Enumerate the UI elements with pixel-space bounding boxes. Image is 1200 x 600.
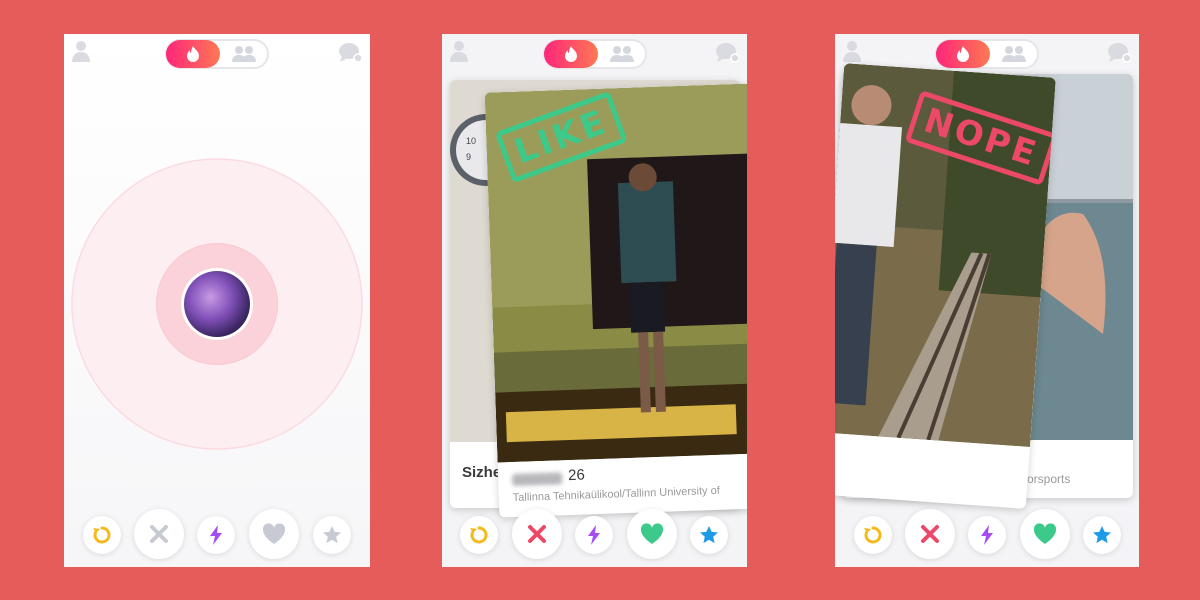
- card-name: Sizhe: [462, 464, 502, 481]
- superlike-button[interactable]: [313, 516, 351, 554]
- star-icon: [1093, 526, 1111, 544]
- bolt-icon: [588, 525, 600, 545]
- nope-button[interactable]: [512, 509, 562, 559]
- user-icon[interactable]: [843, 40, 861, 62]
- boost-button[interactable]: [968, 516, 1006, 554]
- bolt-icon: [981, 525, 993, 545]
- discovery-screen-like: 10 9 Sizhe 26 Tallinna Tehnikaülikool/Ta…: [442, 34, 747, 567]
- flame-tab[interactable]: [166, 40, 220, 68]
- rewind-button[interactable]: [854, 516, 892, 554]
- profile-card-front[interactable]: 26 Tallinna Tehnikaülikool/Tallinn Unive…: [484, 83, 747, 518]
- chat-icon[interactable]: [338, 42, 362, 64]
- like-button[interactable]: [249, 509, 299, 559]
- close-icon: [921, 525, 939, 543]
- flame-icon: [957, 46, 969, 62]
- action-bar: [835, 507, 1139, 561]
- flame-icon: [187, 46, 199, 62]
- rewind-icon: [864, 526, 882, 544]
- card-age: 26: [567, 466, 586, 485]
- action-bar: [442, 507, 747, 561]
- group-icon[interactable]: [609, 44, 635, 64]
- name-blur: [511, 472, 563, 487]
- top-bar: [442, 34, 747, 72]
- close-icon: [150, 525, 168, 543]
- rewind-icon: [470, 526, 488, 544]
- nope-button[interactable]: [905, 509, 955, 559]
- heart-icon: [1033, 523, 1057, 544]
- mode-toggle[interactable]: [165, 39, 269, 69]
- heart-icon: [640, 523, 664, 544]
- chat-icon[interactable]: [715, 42, 739, 64]
- like-button[interactable]: [1020, 509, 1070, 559]
- group-icon[interactable]: [231, 44, 257, 64]
- heart-icon: [262, 523, 286, 544]
- boost-button[interactable]: [197, 516, 235, 554]
- mode-toggle[interactable]: [935, 39, 1039, 69]
- radar-pulse: [71, 158, 363, 450]
- superlike-button[interactable]: [1083, 516, 1121, 554]
- boost-button[interactable]: [575, 516, 613, 554]
- star-icon: [700, 526, 718, 544]
- discovery-screen-searching: [64, 34, 370, 567]
- avatar: [184, 271, 250, 337]
- svg-text:9: 9: [466, 152, 471, 162]
- flame-tab[interactable]: [543, 40, 598, 68]
- flame-icon: [564, 46, 577, 62]
- action-bar: [64, 507, 370, 561]
- like-button[interactable]: [627, 509, 677, 559]
- chat-icon[interactable]: [1107, 42, 1131, 64]
- close-icon: [528, 525, 546, 543]
- discovery-screen-nope: otorsports NOPE: [835, 34, 1139, 567]
- group-icon[interactable]: [1001, 44, 1027, 64]
- svg-text:10: 10: [466, 136, 476, 146]
- rewind-button[interactable]: [83, 516, 121, 554]
- card-school: Tallinna Tehnikaülikool/Tallinn Universi…: [512, 484, 720, 505]
- nope-button[interactable]: [134, 509, 184, 559]
- top-bar: [64, 34, 370, 72]
- superlike-button[interactable]: [690, 516, 728, 554]
- rewind-icon: [93, 526, 111, 544]
- profile-card-front[interactable]: NOPE: [835, 63, 1056, 509]
- user-icon[interactable]: [72, 40, 90, 62]
- bolt-icon: [210, 525, 222, 545]
- user-icon[interactable]: [450, 40, 468, 62]
- flame-tab[interactable]: [936, 40, 990, 68]
- mode-toggle[interactable]: [542, 39, 647, 69]
- rewind-button[interactable]: [460, 516, 498, 554]
- star-icon: [323, 526, 341, 544]
